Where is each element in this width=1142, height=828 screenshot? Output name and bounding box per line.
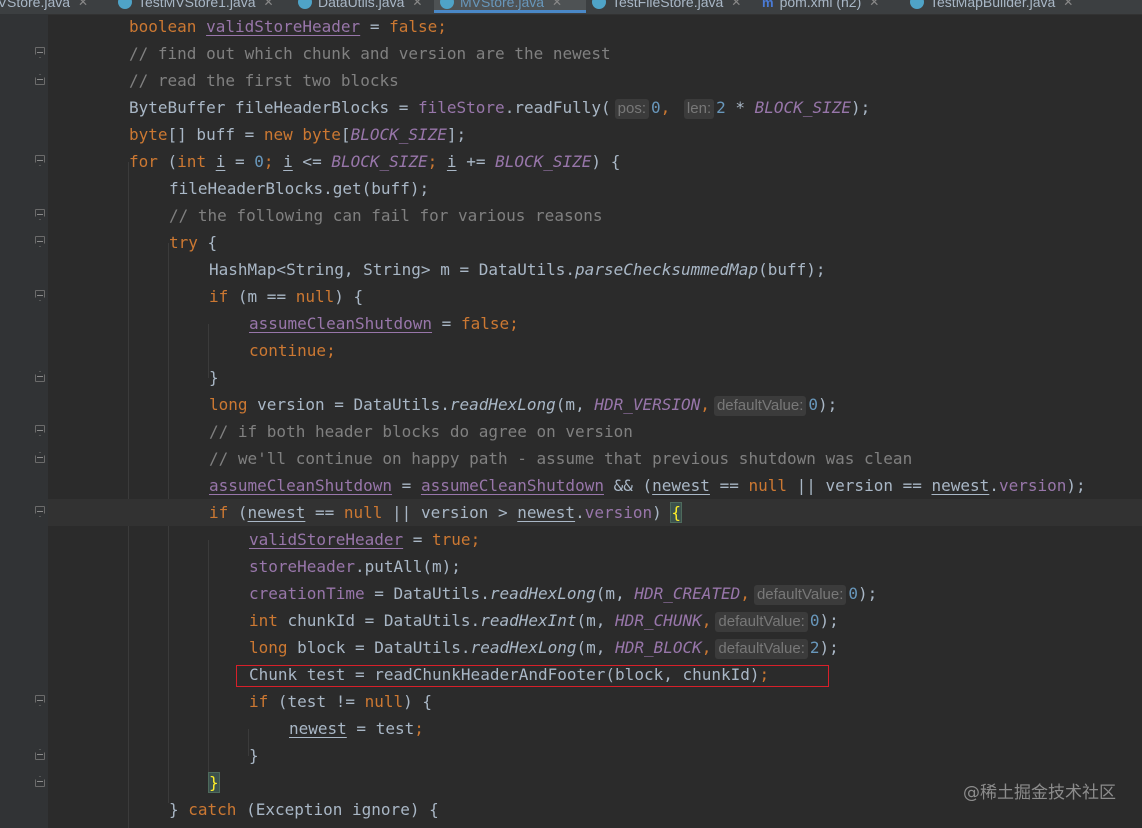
close-icon[interactable]: ✕ — [264, 0, 274, 9]
code-line: newest = test; — [289, 719, 424, 738]
maven-icon: m — [762, 0, 774, 10]
java-class-icon — [592, 0, 606, 9]
tab-label: MVStore.java — [460, 0, 545, 10]
parameter-hint: len: — [683, 99, 715, 119]
code-line: try { — [169, 233, 218, 252]
fold-marker-icon[interactable] — [35, 74, 45, 85]
java-class-icon — [118, 0, 132, 9]
fold-marker-icon[interactable] — [35, 425, 45, 436]
close-icon[interactable]: ✕ — [731, 0, 741, 9]
code-line: if (test != null) { — [249, 692, 433, 711]
parameter-hint: defaultValue: — [713, 396, 807, 416]
fold-marker-icon[interactable] — [35, 209, 45, 220]
code-line: int chunkId = DataUtils.readHexInt(m, HD… — [249, 611, 839, 632]
highlight-annotation-box — [236, 665, 829, 687]
code-line: validStoreHeader = true; — [249, 530, 481, 549]
code-comment: // we'll continue on happy path - assume… — [209, 449, 913, 468]
tab-testfilestore[interactable]: TestFileStore.java ✕ — [586, 0, 747, 13]
code-line: fileHeaderBlocks.get(buff); — [169, 179, 430, 198]
editor-gutter — [0, 14, 48, 828]
tab-label: TestMVStore1.java — [138, 0, 256, 10]
code-line-current: if (newest == null || version > newest.v… — [48, 499, 1142, 526]
java-class-icon — [440, 0, 454, 9]
tab-pom[interactable]: m pom.xml (h2) ✕ — [756, 0, 885, 13]
matched-brace: } — [208, 772, 220, 793]
fold-marker-icon[interactable] — [35, 371, 45, 382]
fold-marker-icon[interactable] — [35, 506, 45, 517]
fold-marker-icon[interactable] — [35, 236, 45, 247]
tab-testmapbuilder[interactable]: TestMapBuilder.java ✕ — [904, 0, 1079, 13]
tab-label: DataUtils.java — [318, 0, 405, 10]
fold-marker-icon[interactable] — [35, 776, 45, 787]
tab-label: TestMapBuilder.java — [930, 0, 1056, 10]
tab-mvstore[interactable]: MVStore.java ✕ — [0, 0, 94, 13]
tab-datautils[interactable]: DataUtils.java ✕ — [292, 0, 428, 13]
code-comment: // the following can fail for various re… — [169, 206, 603, 225]
code-line: if (m == null) { — [209, 287, 364, 306]
close-icon[interactable]: ✕ — [412, 0, 422, 9]
code-line: ByteBuffer fileHeaderBlocks = fileStore.… — [129, 98, 871, 119]
matched-brace: { — [670, 502, 683, 523]
fold-marker-icon[interactable] — [35, 47, 45, 58]
java-class-icon — [298, 0, 312, 9]
fold-marker-icon[interactable] — [35, 290, 45, 301]
code-line: for (int i = 0; i <= BLOCK_SIZE; i += BL… — [129, 152, 621, 171]
tab-label: TestFileStore.java — [612, 0, 724, 10]
code-line: creationTime = DataUtils.readHexLong(m, … — [249, 584, 878, 605]
code-comment: // find out which chunk and version are … — [129, 44, 611, 63]
code-comment: // read the first two blocks — [129, 71, 399, 90]
code-line: boolean validStoreHeader = false; — [129, 17, 447, 36]
tab-label: MVStore.java — [0, 0, 71, 10]
tab-label: pom.xml (h2) — [779, 0, 862, 10]
code-comment: // if both header blocks do agree on ver… — [209, 422, 633, 441]
watermark: @稀土掘金技术社区 — [963, 783, 1116, 803]
code-line: long block = DataUtils.readHexLong(m, HD… — [249, 638, 839, 659]
parameter-hint: defaultValue: — [715, 612, 808, 632]
fold-marker-icon[interactable] — [35, 155, 45, 166]
code-line: storeHeader.putAll(m); — [249, 557, 461, 576]
close-icon[interactable]: ✕ — [869, 0, 879, 9]
java-class-icon — [910, 0, 924, 9]
code-line: HashMap<String, String> m = DataUtils.pa… — [209, 260, 826, 279]
parameter-hint: pos: — [614, 99, 650, 119]
fold-marker-icon[interactable] — [35, 749, 45, 760]
code-line: } — [209, 368, 219, 387]
fold-marker-icon[interactable] — [35, 452, 45, 463]
tab-testmvstore1[interactable]: TestMVStore1.java ✕ — [112, 0, 280, 13]
code-editor[interactable]: boolean validStoreHeader = false; // fin… — [48, 14, 1142, 828]
parameter-hint: defaultValue: — [753, 585, 847, 605]
parameter-hint: defaultValue: — [715, 639, 808, 659]
code-line: assumeCleanShutdown = false; — [249, 314, 519, 333]
tab-mvstore-active[interactable]: MVStore.java ✕ — [434, 0, 586, 13]
close-icon[interactable]: ✕ — [1063, 0, 1073, 9]
code-line: } — [249, 746, 259, 765]
close-icon[interactable]: ✕ — [552, 0, 562, 9]
fold-marker-icon[interactable] — [35, 695, 45, 706]
code-line: continue; — [249, 341, 336, 360]
code-line: byte[] buff = new byte[BLOCK_SIZE]; — [129, 125, 467, 144]
code-line: assumeCleanShutdown = assumeCleanShutdow… — [209, 476, 1086, 495]
code-line: long version = DataUtils.readHexLong(m, … — [209, 395, 838, 416]
close-icon[interactable]: ✕ — [78, 0, 88, 9]
